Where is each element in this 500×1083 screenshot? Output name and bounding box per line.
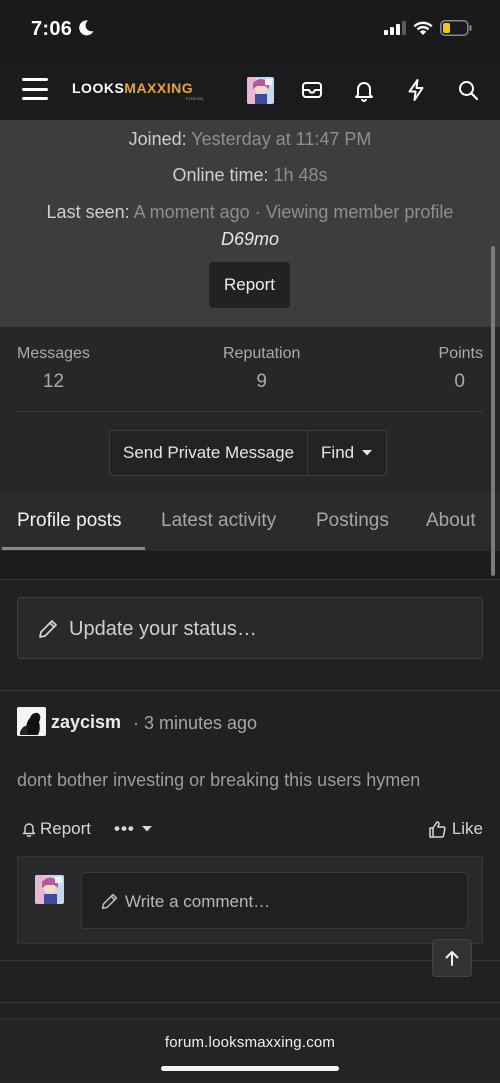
arrow-up-icon bbox=[445, 951, 459, 966]
stat-points-label: Points bbox=[438, 345, 483, 362]
stat-reputation: Reputation 9 bbox=[223, 345, 300, 393]
forum-logo[interactable]: LOOKSMAXXING bbox=[72, 80, 193, 96]
post-report-label: Report bbox=[40, 819, 92, 838]
scroll-to-top-button[interactable] bbox=[432, 939, 472, 977]
send-private-message-button[interactable]: Send Private Message bbox=[110, 431, 307, 475]
search-icon[interactable] bbox=[456, 78, 480, 102]
member-stats: Messages 12 Reputation 9 Points 0 Send P… bbox=[0, 327, 500, 492]
stat-points-value: 0 bbox=[454, 371, 465, 392]
last-seen-label: Last seen: bbox=[46, 202, 130, 222]
post-actions: Report ••• Like bbox=[17, 818, 483, 840]
write-comment-input[interactable]: Write a comment… bbox=[81, 872, 468, 929]
post-author-name[interactable]: zaycism bbox=[51, 712, 121, 733]
logo-text-main: LOOKS bbox=[72, 80, 125, 96]
joined-value: Yesterday at 11:47 PM bbox=[191, 129, 372, 149]
home-indicator[interactable] bbox=[161, 1066, 339, 1071]
lightning-icon[interactable] bbox=[404, 78, 428, 102]
post-author-avatar[interactable] bbox=[17, 707, 46, 736]
stat-messages-value: 12 bbox=[42, 371, 65, 392]
commenter-avatar bbox=[35, 875, 64, 904]
post-like-label: Like bbox=[451, 819, 483, 838]
online-time-value: 1h 48s bbox=[273, 165, 328, 185]
divider bbox=[0, 579, 500, 580]
profile-tabs: Profile posts Latest activity Postings A… bbox=[0, 492, 500, 551]
report-profile-button[interactable]: Report bbox=[209, 262, 290, 308]
logo-text-accent: MAXXING bbox=[124, 80, 194, 96]
online-time-line: Online time: 1h 48s bbox=[0, 165, 500, 186]
tab-about[interactable]: About bbox=[426, 510, 476, 532]
comment-area: Write a comment… bbox=[17, 856, 483, 944]
battery-icon bbox=[440, 20, 472, 36]
page: 7:06 LOOKSMAXXING FORUM Joined: Yesterda… bbox=[0, 0, 500, 1083]
tab-postings[interactable]: Postings bbox=[316, 510, 389, 532]
caret-down-icon bbox=[141, 826, 152, 832]
stat-reputation-value: 9 bbox=[256, 371, 267, 392]
clock: 7:06 bbox=[31, 18, 73, 40]
post-body: dont bother investing or breaking this u… bbox=[17, 770, 421, 790]
thumbs-up-icon bbox=[429, 820, 446, 838]
divider bbox=[17, 411, 483, 412]
post-report-button[interactable]: Report bbox=[21, 819, 91, 839]
active-tab-indicator bbox=[2, 547, 145, 550]
post-timestamp[interactable]: · 3 minutes ago bbox=[133, 713, 257, 734]
find-dropdown-button[interactable]: Find bbox=[308, 431, 386, 475]
wifi-icon bbox=[413, 21, 433, 35]
bell-icon[interactable] bbox=[352, 78, 376, 102]
browser-address-bar[interactable]: forum.looksmaxxing.com bbox=[0, 1018, 500, 1083]
member-action-group: Send Private Message Find bbox=[109, 430, 388, 476]
find-label: Find bbox=[321, 443, 355, 462]
online-time-label: Online time: bbox=[172, 165, 269, 185]
stat-messages-label: Messages bbox=[17, 345, 90, 362]
stat-reputation-label: Reputation bbox=[223, 345, 301, 362]
user-avatar[interactable] bbox=[247, 77, 274, 104]
more-dots: ••• bbox=[114, 819, 135, 838]
last-seen-value: A moment ago · Viewing member profile bbox=[133, 202, 454, 222]
url-text[interactable]: forum.looksmaxxing.com bbox=[0, 1034, 500, 1051]
joined-line: Joined: Yesterday at 11:47 PM bbox=[0, 129, 500, 150]
status-bar: 7:06 bbox=[0, 0, 500, 58]
divider bbox=[0, 690, 500, 691]
signal-icon bbox=[384, 21, 406, 35]
tab-latest-activity[interactable]: Latest activity bbox=[161, 510, 276, 532]
menu-icon[interactable] bbox=[22, 78, 48, 100]
post-like-button[interactable]: Like bbox=[428, 819, 483, 839]
divider bbox=[0, 1002, 500, 1003]
page-scrollbar[interactable] bbox=[491, 246, 495, 576]
pencil-icon bbox=[101, 893, 118, 910]
member-name[interactable]: D69mo bbox=[0, 229, 500, 250]
post-more-menu[interactable]: ••• bbox=[114, 819, 153, 839]
pencil-icon bbox=[39, 620, 57, 638]
update-status-placeholder: Update your status… bbox=[69, 618, 257, 640]
spacer-band bbox=[0, 551, 500, 579]
joined-label: Joined: bbox=[128, 129, 187, 149]
stat-points: Points 0 bbox=[439, 345, 483, 393]
last-seen-line: Last seen: A moment ago · Viewing member… bbox=[0, 202, 500, 223]
stat-messages[interactable]: Messages 12 bbox=[17, 345, 90, 393]
logo-subtitle: FORUM bbox=[186, 96, 204, 101]
status-icons bbox=[384, 20, 472, 36]
caret-down-icon bbox=[362, 450, 373, 456]
mail-icon[interactable] bbox=[300, 78, 324, 102]
moon-icon bbox=[79, 20, 94, 36]
write-comment-placeholder: Write a comment… bbox=[125, 892, 271, 911]
update-status-input[interactable]: Update your status… bbox=[17, 597, 483, 659]
bell-icon bbox=[22, 823, 36, 837]
divider bbox=[0, 960, 500, 961]
tab-profile-posts[interactable]: Profile posts bbox=[17, 510, 122, 532]
